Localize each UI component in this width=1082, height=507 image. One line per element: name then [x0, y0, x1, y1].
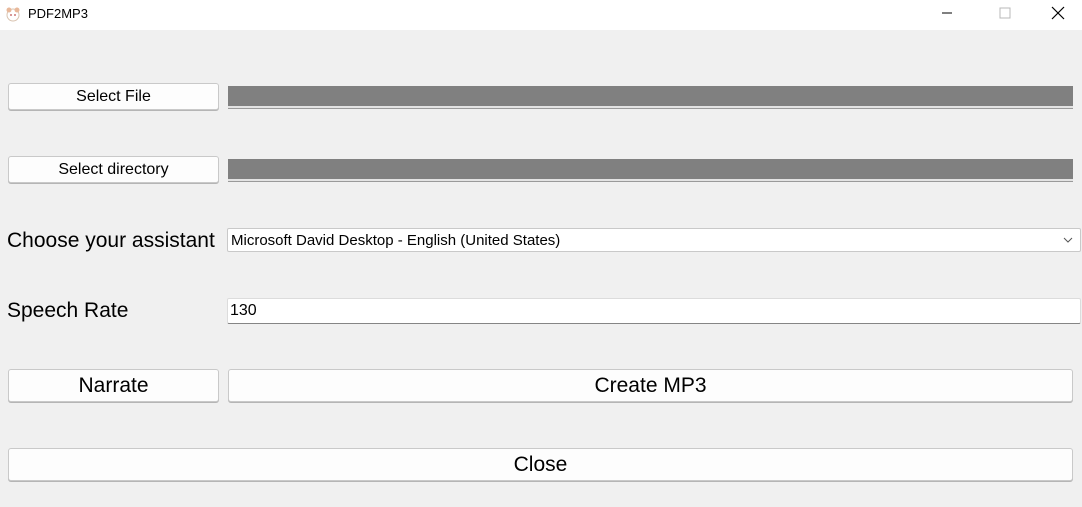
speech-rate-input[interactable]: 130 [227, 298, 1081, 324]
close-icon [1051, 6, 1065, 25]
select-file-label: Select File [76, 87, 151, 105]
select-directory-button[interactable]: Select directory [8, 156, 219, 183]
maximize-icon [999, 6, 1011, 24]
speech-rate-label: Speech Rate [7, 299, 129, 322]
window-title: PDF2MP3 [28, 6, 88, 21]
assistant-label: Choose your assistant [7, 229, 215, 252]
file-path-field[interactable] [228, 86, 1073, 108]
title-bar[interactable]: PDF2MP3 [0, 0, 1082, 30]
close-label: Close [513, 452, 568, 476]
chevron-down-icon [1062, 233, 1074, 247]
speech-rate-value: 130 [230, 302, 257, 319]
close-button[interactable]: Close [8, 448, 1073, 481]
app-window: PDF2MP3 Select File Select directory Cho… [0, 0, 1082, 507]
create-mp3-label: Create MP3 [594, 373, 707, 397]
narrate-label: Narrate [78, 373, 149, 397]
assistant-select[interactable]: Microsoft David Desktop - English (Unite… [227, 228, 1081, 252]
narrate-button[interactable]: Narrate [8, 369, 219, 402]
app-logo-icon [5, 6, 21, 22]
close-window-button[interactable] [1034, 0, 1082, 30]
create-mp3-button[interactable]: Create MP3 [228, 369, 1073, 402]
minimize-icon [941, 6, 953, 24]
directory-path-field[interactable] [228, 159, 1073, 181]
minimize-button[interactable] [918, 0, 976, 30]
select-directory-label: Select directory [58, 160, 169, 178]
maximize-button[interactable] [976, 0, 1034, 30]
assistant-selected-value: Microsoft David Desktop - English (Unite… [231, 231, 561, 249]
select-file-button[interactable]: Select File [8, 83, 219, 110]
